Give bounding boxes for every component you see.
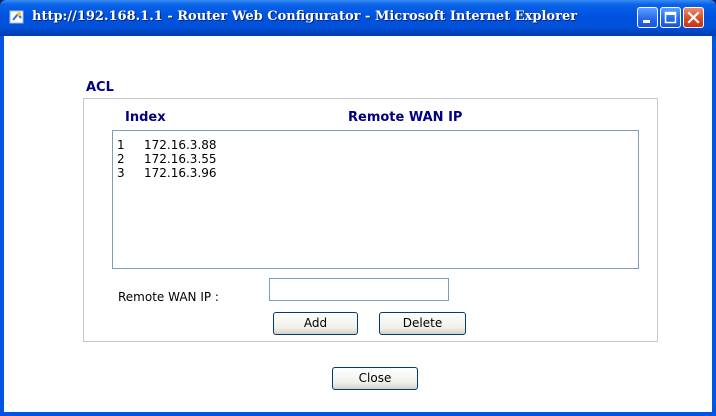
acl-list[interactable]: 1 172.16.3.88 2 172.16.3.55 3 172.16.3.9… [112, 130, 639, 269]
internet-explorer-icon [9, 9, 25, 25]
window-border-right [712, 36, 716, 416]
list-item-index: 2 [117, 152, 125, 166]
minimize-icon [643, 20, 650, 23]
close-window-button[interactable] [683, 7, 704, 28]
minimize-button[interactable] [637, 7, 658, 28]
maximize-icon [664, 11, 677, 24]
remote-wan-ip-label: Remote WAN IP : [118, 290, 219, 304]
list-item-index: 3 [117, 166, 125, 180]
list-item[interactable]: 2 172.16.3.55 [117, 152, 317, 166]
index-column-header: Index [125, 110, 166, 125]
window-title: http://192.168.1.1 - Router Web Configur… [32, 9, 578, 24]
maximize-button[interactable] [660, 7, 681, 28]
close-icon [687, 11, 700, 24]
list-item-ip: 172.16.3.88 [144, 138, 217, 152]
remote-wan-ip-input[interactable] [269, 278, 449, 301]
list-item-ip: 172.16.3.96 [144, 166, 217, 180]
close-button[interactable]: Close [332, 367, 418, 390]
acl-heading: ACL [86, 80, 114, 95]
window-border-bottom [0, 412, 716, 416]
delete-button[interactable]: Delete [379, 312, 466, 335]
list-item[interactable]: 3 172.16.3.96 [117, 166, 317, 180]
list-item-index: 1 [117, 138, 125, 152]
title-bar[interactable]: http://192.168.1.1 - Router Web Configur… [0, 0, 716, 36]
add-button[interactable]: Add [273, 312, 358, 335]
list-item[interactable]: 1 172.16.3.88 [117, 138, 317, 152]
remote-wan-ip-column-header: Remote WAN IP [348, 110, 463, 125]
list-item-ip: 172.16.3.55 [144, 152, 217, 166]
browser-window: http://192.168.1.1 - Router Web Configur… [0, 0, 716, 416]
